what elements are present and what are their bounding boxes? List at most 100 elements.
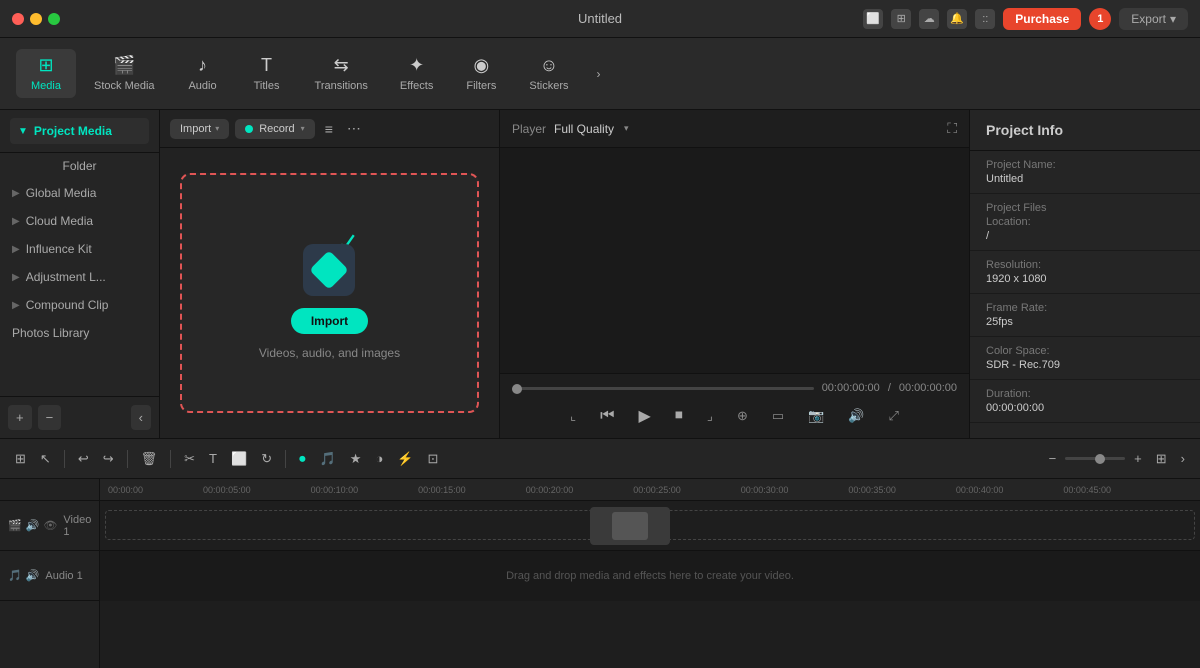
- stock-media-icon: 🎬: [113, 55, 135, 76]
- eye-icon[interactable]: 👁: [43, 519, 57, 532]
- close-dot[interactable]: [12, 13, 24, 25]
- export-button[interactable]: Export ▾: [1119, 8, 1188, 30]
- select-tool[interactable]: ↖: [35, 447, 56, 471]
- progress-bar[interactable]: [512, 387, 814, 390]
- toolbar-item-filters[interactable]: ◉ Filters: [451, 49, 511, 98]
- sidebar-item-influence-kit[interactable]: ▶ Influence Kit: [0, 235, 159, 263]
- sidebar-item-global-media[interactable]: ▶ Global Media: [0, 179, 159, 207]
- monitor-icon[interactable]: ⬜: [863, 9, 883, 29]
- maximize-dot[interactable]: [48, 13, 60, 25]
- audio-volume-icon: 🔊: [26, 569, 40, 582]
- import-files-button[interactable]: Import: [291, 308, 368, 334]
- text-button[interactable]: T: [204, 447, 222, 470]
- speed-button[interactable]: ⚡: [392, 447, 418, 471]
- player-quality-selector[interactable]: Full Quality: [554, 122, 614, 136]
- monitor-button[interactable]: ▭: [768, 404, 788, 428]
- project-media-label: Project Media: [34, 124, 112, 138]
- transition-button[interactable]: ⊡: [422, 447, 443, 471]
- redo-button[interactable]: ↪: [98, 447, 119, 471]
- main-toolbar: ⊞ Media 🎬 Stock Media ♪ Audio T Titles ⇆…: [0, 38, 1200, 110]
- stickers-icon: ☺: [540, 55, 558, 76]
- fullscreen-button[interactable]: ⤢: [885, 404, 903, 428]
- rotate-button[interactable]: ↻: [256, 447, 277, 471]
- toolbar-item-audio[interactable]: ♪ Audio: [173, 49, 233, 98]
- record-button[interactable]: Record ▾: [235, 119, 314, 139]
- volume-button[interactable]: 🔊: [844, 404, 868, 428]
- color-space-label: Color Space:: [986, 345, 1184, 357]
- mark-out-button[interactable]: ⌟: [703, 404, 717, 428]
- import-drop-zone[interactable]: ↙ Import Videos, audio, and images: [180, 173, 479, 413]
- minimize-dot[interactable]: [30, 13, 42, 25]
- remove-folder-button[interactable]: −: [38, 405, 62, 430]
- project-name-row: Project Name: Untitled: [970, 151, 1200, 194]
- toolbar-item-stickers[interactable]: ☺ Stickers: [515, 49, 582, 98]
- expand-arrow: ▶: [12, 188, 20, 199]
- zoom-slider[interactable]: [1065, 457, 1125, 460]
- audio-button[interactable]: 🎵: [315, 447, 341, 471]
- collapse-panel-button[interactable]: ‹: [131, 405, 151, 430]
- video-1-label: Video 1: [63, 514, 91, 538]
- expand-player-button[interactable]: ⛶: [947, 120, 957, 137]
- project-files-label: Project Files: [986, 202, 1184, 214]
- record-label: Record: [259, 123, 294, 135]
- import-button[interactable]: Import ▾: [170, 119, 229, 139]
- zoom-out-button[interactable]: −: [1044, 447, 1062, 470]
- add-folder-button[interactable]: +: [8, 405, 32, 430]
- media-more-button[interactable]: ⋯: [343, 118, 365, 139]
- more-tl-button[interactable]: ›: [1176, 447, 1190, 470]
- user-badge[interactable]: 1: [1089, 8, 1111, 30]
- toolbar-item-transitions[interactable]: ⇆ Transitions: [301, 49, 382, 98]
- project-name-label: Project Name:: [986, 159, 1184, 171]
- sidebar-item-cloud-media[interactable]: ▶ Cloud Media: [0, 207, 159, 235]
- add-to-timeline-button[interactable]: ⊕: [733, 404, 752, 428]
- step-back-button[interactable]: ⏮: [596, 403, 618, 429]
- filter-sort-button[interactable]: ≡: [321, 119, 337, 139]
- project-media-header[interactable]: ▼ Project Media: [10, 118, 149, 144]
- transitions-label: Transitions: [315, 80, 368, 92]
- zoom-in-button[interactable]: +: [1129, 447, 1147, 470]
- bell-icon[interactable]: 🔔: [947, 9, 967, 29]
- sidebar-item-compound-clip[interactable]: ▶ Compound Clip: [0, 291, 159, 319]
- split-clip-button[interactable]: ✂: [179, 447, 200, 471]
- effects-tl-button[interactable]: ★: [345, 447, 367, 471]
- record-timeline-button[interactable]: ⏺: [294, 447, 311, 471]
- color-button[interactable]: ◑: [370, 447, 388, 470]
- resolution-label: Resolution:: [986, 259, 1184, 271]
- apps-icon[interactable]: ::: [975, 9, 995, 29]
- effects-label: Effects: [400, 80, 433, 92]
- toolbar-item-media[interactable]: ⊞ Media: [16, 49, 76, 98]
- ruler-mark-8: 00:00:40:00: [956, 485, 1004, 495]
- sidebar-item-photos-library[interactable]: Photos Library: [0, 319, 159, 347]
- delete-button[interactable]: 🗑: [136, 447, 163, 471]
- toolbar-item-titles[interactable]: T Titles: [237, 49, 297, 98]
- ruler-mark-6: 00:00:30:00: [741, 485, 789, 495]
- undo-button[interactable]: ↩: [73, 447, 94, 471]
- stop-button[interactable]: ⏹: [671, 403, 687, 429]
- purchase-button[interactable]: Purchase: [1003, 8, 1081, 30]
- split-button[interactable]: ⊞: [10, 447, 31, 471]
- sidebar-item-adjustment[interactable]: ▶ Adjustment L...: [0, 263, 159, 291]
- grid-view-button[interactable]: ⊞: [1151, 447, 1172, 471]
- mark-in-button[interactable]: ⌞: [566, 404, 580, 428]
- video-clip[interactable]: [590, 507, 670, 545]
- zoom-thumb[interactable]: [1095, 454, 1105, 464]
- compound-clip-label: Compound Clip: [26, 298, 109, 312]
- media-panel: Import ▾ Record ▾ ≡ ⋯ ↙ Import Videos,: [160, 110, 500, 438]
- play-button[interactable]: ▶: [635, 402, 655, 430]
- snapshot-button[interactable]: 📷: [804, 404, 828, 428]
- folder-button[interactable]: Folder: [0, 153, 159, 179]
- toolbar-item-stock-media[interactable]: 🎬 Stock Media: [80, 49, 169, 98]
- crop-button[interactable]: ⬜: [226, 447, 252, 471]
- ruler-mark-0: 00:00:00: [108, 485, 143, 495]
- toolbar-item-effects[interactable]: ✦ Effects: [386, 49, 447, 98]
- zoom-control: − +: [1044, 447, 1147, 470]
- audio-track-icons: 🎵 🔊: [8, 569, 39, 582]
- export-label: Export: [1131, 12, 1166, 26]
- progress-thumb[interactable]: [512, 384, 522, 394]
- cloud-icon[interactable]: ☁: [919, 9, 939, 29]
- ruler-mark-3: 00:00:15:00: [418, 485, 466, 495]
- import-label: Import: [180, 123, 211, 135]
- record-chevron: ▾: [301, 124, 305, 133]
- grid-icon[interactable]: ⊞: [891, 9, 911, 29]
- toolbar-more-button[interactable]: ›: [586, 62, 610, 86]
